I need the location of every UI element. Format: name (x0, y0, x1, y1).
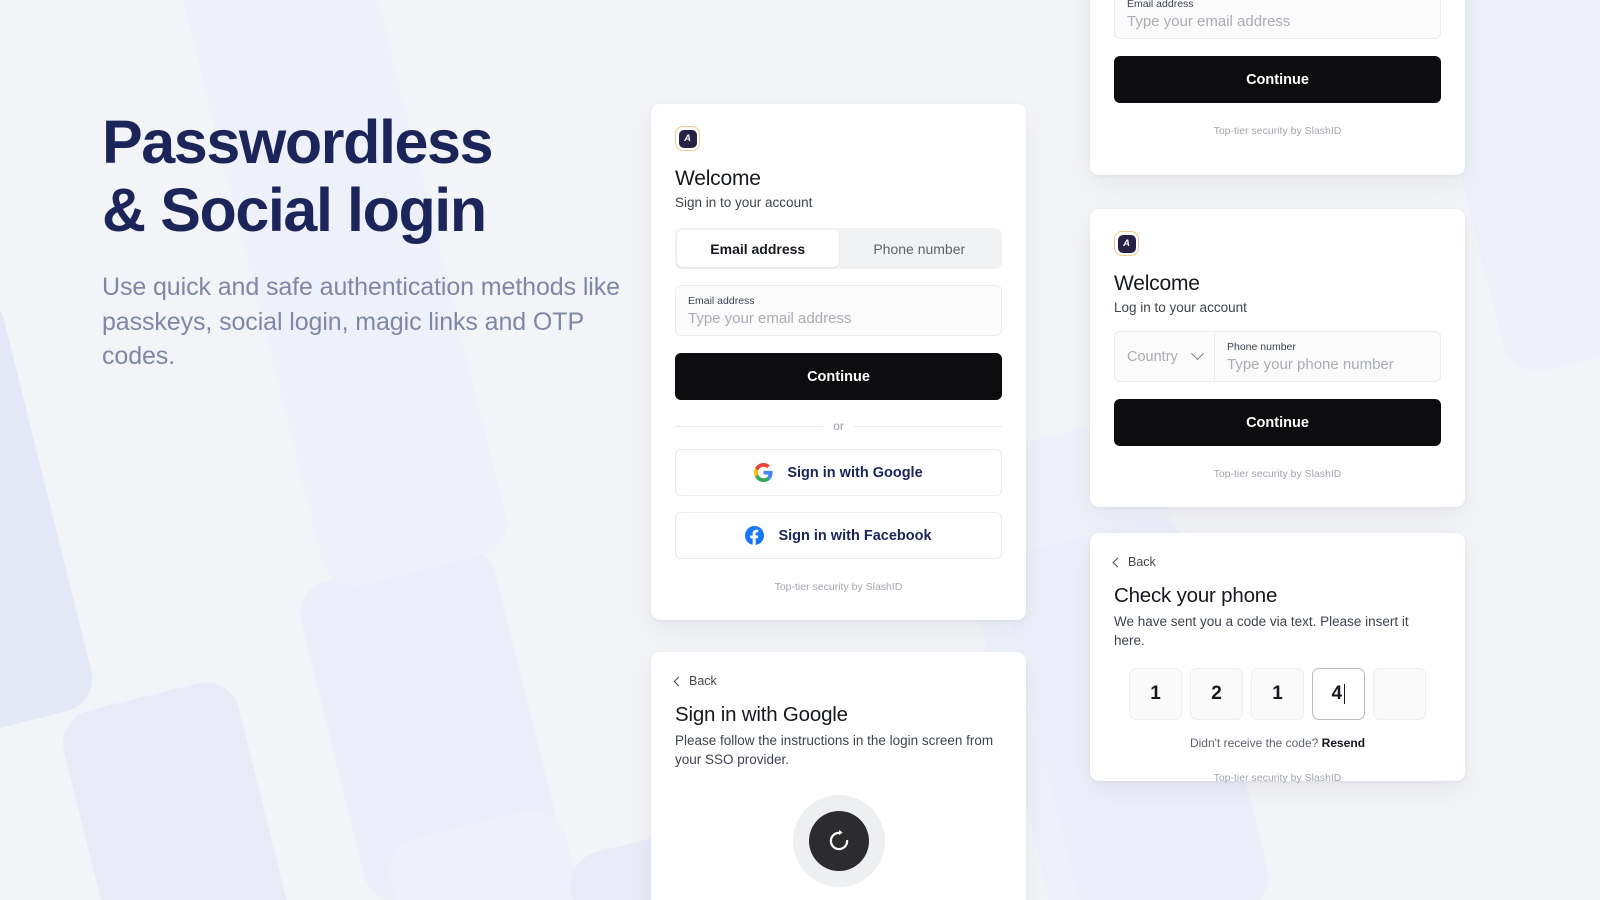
divider-label: or (833, 419, 844, 433)
divider-line-right (853, 425, 1003, 427)
email-step-card: Email address Type your email address Co… (1090, 0, 1465, 175)
otp-card-footnote: Top-tier security by SlashID (1213, 772, 1342, 784)
phone-input-group: Country Phone number Type your phone num… (1114, 331, 1441, 382)
tab-email-address[interactable]: Email address (677, 230, 839, 267)
decor-shape (0, 285, 100, 745)
google-icon (754, 463, 773, 482)
otp-digit-4-value: 4 (1331, 683, 1343, 704)
auth-method-tabs: Email address Phone number (675, 228, 1002, 269)
decor-shape (55, 675, 345, 900)
sso-waiting-card: Back Sign in with Google Please follow t… (651, 652, 1026, 900)
otp-card-subtitle: We have sent you a code via text. Please… (1114, 614, 1409, 648)
country-select[interactable]: Country (1115, 332, 1215, 381)
sso-card-title: Sign in with Google (675, 703, 848, 726)
chevron-left-icon (673, 676, 684, 686)
otp-input-row: 1 2 1 4 (1114, 668, 1441, 720)
divider-line-left (675, 425, 824, 427)
phone-step-card: A Welcome Log in to your account Country… (1090, 209, 1465, 507)
otp-card-title: Check your phone (1114, 584, 1278, 607)
google-signin-button[interactable]: Sign in with Google (675, 449, 1002, 496)
signin-card-subtitle: Sign in to your account (675, 195, 813, 210)
brand-logo-letter-phone-card: A (1117, 234, 1136, 253)
otp-digit-1[interactable]: 1 (1129, 668, 1182, 720)
or-divider: or (675, 419, 1003, 433)
brand-logo-letter: A (678, 129, 697, 148)
email-input-label-right: Email address (1127, 0, 1194, 10)
otp-digit-4[interactable]: 4 (1312, 668, 1365, 720)
sso-back-button[interactable]: Back (673, 674, 717, 688)
email-card-footnote: Top-tier security by SlashID (1213, 125, 1342, 137)
phone-continue-button[interactable]: Continue (1114, 399, 1441, 446)
otp-digit-3[interactable]: 1 (1251, 668, 1304, 720)
sso-spinner-zone (675, 795, 1002, 887)
otp-digit-2[interactable]: 2 (1190, 668, 1243, 720)
facebook-signin-button[interactable]: Sign in with Facebook (675, 512, 1002, 559)
sso-back-label: Back (689, 674, 717, 688)
facebook-signin-label: Sign in with Facebook (778, 527, 932, 544)
phone-card-title: Welcome (1114, 272, 1200, 295)
spinner-ring (792, 795, 885, 887)
tab-phone-number[interactable]: Phone number (839, 230, 1001, 267)
phone-number-input[interactable]: Phone number Type your phone number (1215, 332, 1440, 381)
page-title: Passwordless & Social login (102, 108, 662, 244)
sso-card-subtitle: Please follow the instructions in the lo… (675, 733, 994, 767)
email-input-placeholder[interactable]: Type your email address (688, 309, 989, 329)
resend-question: Didn't receive the code? (1189, 736, 1319, 750)
signin-card: A Welcome Sign in to your account Email … (651, 104, 1026, 620)
continue-button[interactable]: Continue (675, 353, 1002, 400)
loading-spinner-icon (808, 811, 869, 871)
brand-logo-phone-card: A (1114, 231, 1139, 256)
decor-shape (382, 803, 638, 900)
otp-back-button[interactable]: Back (1112, 555, 1156, 569)
chevron-left-icon (1112, 557, 1123, 567)
resend-row: Didn't receive the code? Resend (1114, 736, 1441, 750)
signin-card-footnote: Top-tier security by SlashID (774, 581, 903, 593)
page-title-line-2: & Social login (102, 176, 487, 244)
email-input-group[interactable]: Email address Type your email address (675, 285, 1002, 336)
text-caret (1344, 684, 1346, 704)
otp-step-card: Back Check your phone We have sent you a… (1090, 533, 1465, 784)
email-input-label: Email address (688, 295, 755, 307)
phone-card-footnote: Top-tier security by SlashID (1213, 468, 1342, 480)
google-signin-label: Sign in with Google (787, 464, 923, 481)
country-select-label: Country (1127, 348, 1178, 365)
email-continue-button[interactable]: Continue (1114, 56, 1441, 103)
brand-logo: A (675, 126, 700, 151)
phone-card-subtitle: Log in to your account (1114, 300, 1247, 315)
phone-input-placeholder[interactable]: Type your phone number (1227, 355, 1428, 375)
page-title-line-1: Passwordless (102, 108, 494, 176)
facebook-icon (745, 526, 765, 545)
email-input-group-right[interactable]: Email address Type your email address (1114, 0, 1441, 39)
otp-back-label: Back (1128, 555, 1156, 569)
phone-input-label: Phone number (1227, 341, 1296, 353)
hero-section: Passwordless & Social login Use quick an… (102, 108, 662, 374)
decor-shape (293, 540, 567, 900)
email-input-placeholder-right[interactable]: Type your email address (1127, 12, 1428, 32)
page-subtitle: Use quick and safe authentication method… (102, 273, 620, 370)
resend-button[interactable]: Resend (1322, 736, 1365, 750)
chevron-down-icon (1191, 347, 1204, 361)
signin-card-title: Welcome (675, 167, 761, 190)
otp-digit-5[interactable] (1373, 668, 1426, 720)
